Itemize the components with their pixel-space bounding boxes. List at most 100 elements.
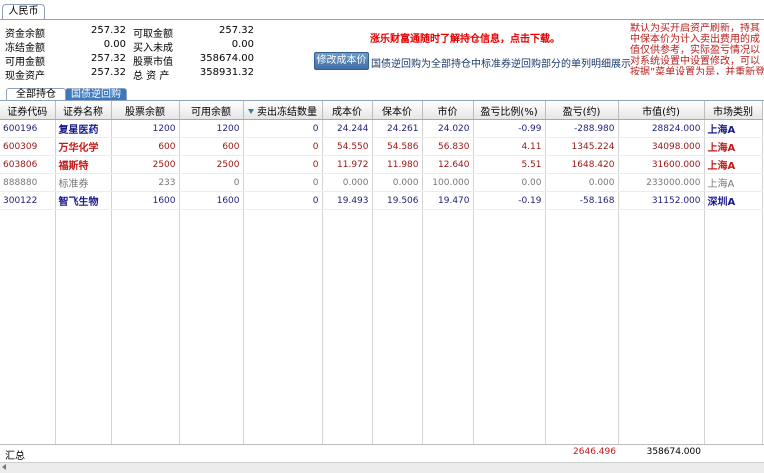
table-row[interactable]: 300122 智飞生物 1600 1600 0 19.493 19.506 19.470 -0.… [0,191,763,210]
empty-cell [0,380,56,397]
empty-cell [179,414,244,431]
totals-mv: 358674.000 [646,447,701,457]
empty-cell [422,278,474,295]
table-row[interactable]: 603806 福斯特 2500 2500 0 11.972 11.980 12.640 5.51… [0,155,763,174]
empty-cell [618,346,705,363]
empty-cell [322,209,373,227]
empty-cell [179,261,244,278]
empty-cell [179,363,244,380]
empty-cell [545,312,619,329]
cell-cost: 11.972 [322,155,373,174]
table-row[interactable]: 600309 万华化学 600 600 0 54.550 54.586 56.830 4.11 1… [0,137,763,156]
cell-price: 12.640 [422,155,474,174]
empty-cell [55,414,112,431]
col-header-market[interactable]: 市场类别 [704,101,763,120]
cell-pnl-pct: -0.99 [473,119,546,138]
empty-cell [111,244,180,261]
col-header-available[interactable]: 可用余额 [179,101,244,120]
table-body: 600196 复星医药 1200 1200 0 24.244 24.261 24.020 -0.… [0,119,763,448]
col-header-balance[interactable]: 股票余额 [111,101,180,120]
empty-cell [243,329,323,346]
empty-cell [618,397,705,414]
empty-cell [473,363,546,380]
empty-cell [473,346,546,363]
cell-cost: 19.493 [322,191,373,210]
scroll-left-icon[interactable] [2,464,6,470]
settings-note: 默认为买开启资产刷新，持其中保本价为计入卖出费用的成值仅供参考，实际盈亏情况以对… [630,23,764,75]
summary-label: 资金余额 [5,29,45,40]
cell-code: 600196 [0,119,56,138]
empty-row [0,380,763,397]
empty-row [0,209,763,227]
empty-row [0,295,763,312]
cell-cost: 0.000 [322,173,373,192]
positions-table: 证券代码 证券名称 股票余额 可用余额 卖出冻结数量 成本价 保本价 市价 盈亏… [0,101,763,448]
cell-mv: 28824.000 [618,119,705,138]
summary-value: 0.00 [231,39,254,50]
cell-breakeven: 24.261 [372,119,423,138]
cell-pnl-pct: 5.51 [473,155,546,174]
empty-row [0,227,763,244]
totals-pnl: 2646.496 [573,447,616,457]
modify-cost-button[interactable]: 修改成本价 [314,52,369,70]
cell-pnl-pct: 4.11 [473,137,546,156]
col-header-mv[interactable]: 市值(约) [618,101,705,120]
empty-cell [179,380,244,397]
cell-price: 56.830 [422,137,474,156]
cell-code: 300122 [0,191,56,210]
col-header-frozen[interactable]: 卖出冻结数量 [243,101,323,120]
empty-cell [0,244,56,261]
empty-cell [0,278,56,295]
cell-balance: 1600 [111,191,180,210]
col-header-pnl-pct[interactable]: 盈亏比例(%) [473,101,546,120]
col-header-name[interactable]: 证券名称 [55,101,112,120]
col-header-price[interactable]: 市价 [422,101,474,120]
empty-cell [322,261,373,278]
cell-code: 888880 [0,173,56,192]
tab-rmb[interactable]: 人民币 [2,4,45,19]
totals-label: 汇总 [5,451,25,462]
empty-cell [111,312,180,329]
empty-cell [55,397,112,414]
empty-cell [111,414,180,431]
empty-cell [111,363,180,380]
empty-cell [473,244,546,261]
empty-cell [322,227,373,244]
summary-value: 257.32 [91,25,126,36]
col-header-pnl[interactable]: 盈亏(约) [545,101,619,120]
cell-breakeven: 54.586 [372,137,423,156]
table-row[interactable]: 888880 标准券 233 0 0 0.000 0.000 100.000 0.00 0.000… [0,173,763,192]
empty-cell [55,244,112,261]
empty-cell [0,329,56,346]
empty-cell [372,278,423,295]
empty-cell [322,380,373,397]
empty-cell [55,227,112,244]
empty-cell [704,397,763,414]
reverse-repo-note: 国债逆回购为全部持仓中标准券逆回购部分的单列明细展示 [371,59,631,70]
cell-balance: 2500 [111,155,180,174]
empty-cell [618,312,705,329]
summary-label: 买入未成 [133,43,173,54]
cell-market: 深圳A [704,191,763,210]
table-row[interactable]: 600196 复星医药 1200 1200 0 24.244 24.261 24.020 -0.… [0,119,763,138]
cell-name: 福斯特 [55,155,112,174]
empty-cell [704,209,763,227]
col-header-breakeven[interactable]: 保本价 [372,101,423,120]
empty-cell [704,380,763,397]
empty-cell [55,346,112,363]
cell-breakeven: 0.000 [372,173,423,192]
col-header-code[interactable]: 证券代码 [0,101,56,120]
empty-cell [473,397,546,414]
cell-market: 上海A [704,173,763,192]
empty-cell [422,209,474,227]
empty-cell [618,227,705,244]
col-header-cost[interactable]: 成本价 [322,101,373,120]
empty-cell [618,380,705,397]
empty-cell [322,312,373,329]
cell-pnl: 1345.224 [545,137,619,156]
cell-price: 19.470 [422,191,474,210]
horizontal-scrollbar[interactable] [0,462,764,473]
summary-value: 358674.00 [199,53,254,64]
empty-cell [179,346,244,363]
download-promo-link[interactable]: 涨乐财富通随时了解持仓信息，点击下载。 [370,30,560,45]
